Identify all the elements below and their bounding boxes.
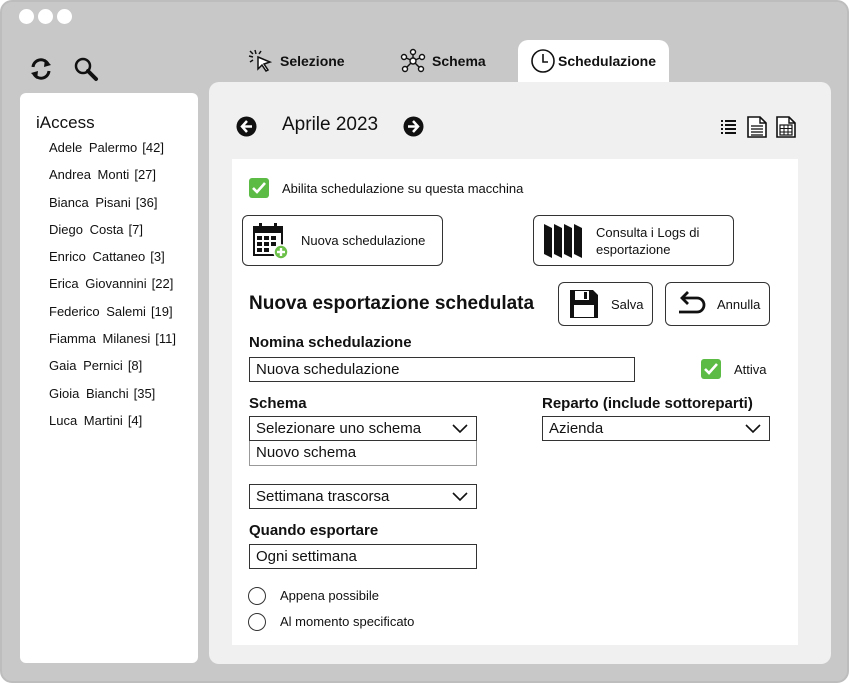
sidebar-user-count: [11] bbox=[155, 331, 176, 347]
sidebar-user-name: Enrico Cattaneo bbox=[49, 249, 146, 265]
enable-schedule-label: Abilita schedulazione su questa macchina bbox=[282, 181, 524, 196]
checkmark-icon bbox=[704, 363, 718, 375]
department-label: Reparto (include sottoreparti) bbox=[542, 395, 753, 412]
new-schedule-button[interactable]: Nuova schedulazione bbox=[242, 215, 443, 266]
save-label: Salva bbox=[611, 296, 644, 312]
sidebar-user-item[interactable]: Bianca Pisani [36] bbox=[49, 195, 176, 222]
window-dot-minimize[interactable] bbox=[38, 9, 53, 24]
sidebar-user-name: Adele Palermo bbox=[49, 140, 138, 155]
when-export-input[interactable]: Ogni settimana bbox=[249, 544, 477, 569]
tab-schedulazione[interactable]: Schedulazione bbox=[518, 40, 669, 82]
undo-icon bbox=[679, 291, 706, 314]
sidebar-user-count: [27] bbox=[134, 167, 157, 183]
schema-select[interactable]: Selezionare uno schema bbox=[249, 416, 477, 441]
chevron-down-icon bbox=[745, 424, 761, 434]
schema-select-value: Selezionare uno schema bbox=[256, 420, 422, 437]
sidebar-list: Adele Palermo [42] Andrea Monti [27] Bianca … bbox=[49, 140, 176, 440]
new-schedule-label: Nuova schedulazione bbox=[301, 233, 426, 248]
month-title: Aprile 2023 bbox=[282, 114, 379, 135]
tab-label: Schedulazione bbox=[558, 53, 657, 69]
sidebar-user-item[interactable]: Federico Salemi [19] bbox=[49, 304, 176, 331]
sidebar-user-name: Gioia Bianchi bbox=[49, 385, 129, 401]
sidebar-user-item[interactable]: Fiamma Milanesi [11] bbox=[49, 331, 176, 358]
save-button[interactable]: Salva bbox=[558, 282, 653, 326]
radio-asap-label: Appena possibile bbox=[280, 588, 380, 603]
period-select[interactable]: Settimana trascorsa bbox=[249, 484, 477, 509]
sidebar-user-count: [7] bbox=[128, 221, 144, 237]
view-logs-button[interactable]: Consulta i Logs di esportazione bbox=[533, 215, 734, 266]
sidebar-user-item[interactable]: Enrico Cattaneo [3] bbox=[49, 249, 176, 276]
table-view-icon[interactable] bbox=[776, 116, 796, 138]
tab-schema[interactable]: Schema bbox=[400, 40, 486, 82]
books-icon bbox=[544, 223, 582, 258]
sidebar-user-item[interactable]: Andrea Monti [27] bbox=[49, 167, 176, 194]
sidebar-user-item[interactable]: Adele Palermo [42] bbox=[49, 140, 176, 167]
next-month-icon[interactable] bbox=[403, 116, 424, 137]
section-title: Nuova esportazione schedulata bbox=[249, 293, 535, 314]
chevron-down-icon bbox=[452, 424, 468, 434]
sidebar-user-item[interactable]: Gaia Pernici [8] bbox=[49, 358, 176, 385]
list-view-icon[interactable] bbox=[721, 119, 736, 134]
department-select[interactable]: Azienda bbox=[542, 416, 770, 441]
sidebar-user-name: Federico Salemi bbox=[49, 303, 146, 319]
sidebar-user-item[interactable]: Luca Martini [4] bbox=[49, 413, 176, 440]
sidebar-user-name: Diego Costa bbox=[49, 221, 124, 237]
tab-label: Selezione bbox=[280, 53, 345, 69]
sidebar-user-name: Fiamma Milanesi bbox=[49, 331, 151, 347]
window-dot-close[interactable] bbox=[19, 9, 34, 24]
cancel-label: Annulla bbox=[717, 296, 761, 312]
sidebar-user-item[interactable]: Erica Giovannini [22] bbox=[49, 276, 176, 303]
radio-asap[interactable] bbox=[248, 587, 266, 605]
search-icon[interactable] bbox=[73, 56, 99, 82]
department-select-value: Azienda bbox=[549, 420, 604, 437]
clock-icon bbox=[531, 49, 555, 73]
document-view-icon[interactable] bbox=[747, 116, 767, 138]
window-dot-maximize[interactable] bbox=[57, 9, 72, 24]
sidebar-user-count: [3] bbox=[150, 249, 165, 265]
sidebar-title: iAccess bbox=[36, 113, 95, 132]
schema-label: Schema bbox=[249, 395, 307, 412]
when-export-label: Quando esportare bbox=[249, 522, 379, 539]
calendar-add-icon bbox=[253, 222, 289, 260]
cursor-click-icon bbox=[248, 49, 273, 72]
sidebar-user-item[interactable]: Gioia Bianchi [35] bbox=[49, 386, 176, 413]
floppy-disk-icon bbox=[570, 290, 598, 318]
sidebar-user-name: Erica Giovannini bbox=[49, 276, 147, 292]
period-select-value: Settimana trascorsa bbox=[256, 488, 390, 505]
tab-label: Schema bbox=[432, 53, 486, 69]
prev-month-icon[interactable] bbox=[236, 116, 257, 137]
sidebar-user-name: Gaia Pernici bbox=[49, 358, 123, 374]
schedule-name-input[interactable]: Nuova schedulazione bbox=[249, 357, 635, 382]
sidebar-user-name: Bianca Pisani bbox=[49, 194, 131, 210]
checkmark-icon bbox=[252, 182, 266, 194]
sidebar-user-count: [22] bbox=[151, 276, 174, 292]
sidebar-user-name: Andrea Monti bbox=[49, 167, 130, 183]
schema-option[interactable]: Nuovo schema bbox=[249, 441, 477, 466]
cancel-button[interactable]: Annulla bbox=[665, 282, 770, 326]
tab-selezione[interactable]: Selezione bbox=[248, 40, 345, 82]
view-logs-label: Consulta i Logs di esportazione bbox=[596, 224, 700, 257]
chevron-down-icon bbox=[452, 492, 468, 502]
sidebar-user-count: [36] bbox=[135, 194, 158, 210]
schedule-name-label: Nomina schedulazione bbox=[249, 334, 412, 351]
refresh-icon[interactable] bbox=[28, 56, 54, 82]
sidebar: iAccess Adele Palermo [42] Andrea Monti [27… bbox=[20, 93, 198, 663]
network-icon bbox=[400, 48, 426, 73]
active-checkbox[interactable] bbox=[701, 359, 721, 379]
sidebar-user-count: [8] bbox=[127, 358, 143, 374]
radio-specified-time-label: Al momento specificato bbox=[280, 614, 415, 629]
sidebar-user-count: [4] bbox=[127, 412, 143, 428]
sidebar-user-item[interactable]: Diego Costa [7] bbox=[49, 222, 176, 249]
sidebar-user-count: [35] bbox=[133, 385, 156, 401]
sidebar-user-count: [42] bbox=[142, 140, 164, 155]
radio-specified-time[interactable] bbox=[248, 613, 266, 631]
sidebar-user-count: [19] bbox=[150, 303, 173, 319]
active-label: Attiva bbox=[734, 362, 767, 377]
sidebar-user-name: Luca Martini bbox=[49, 412, 123, 428]
enable-schedule-checkbox[interactable] bbox=[249, 178, 269, 198]
